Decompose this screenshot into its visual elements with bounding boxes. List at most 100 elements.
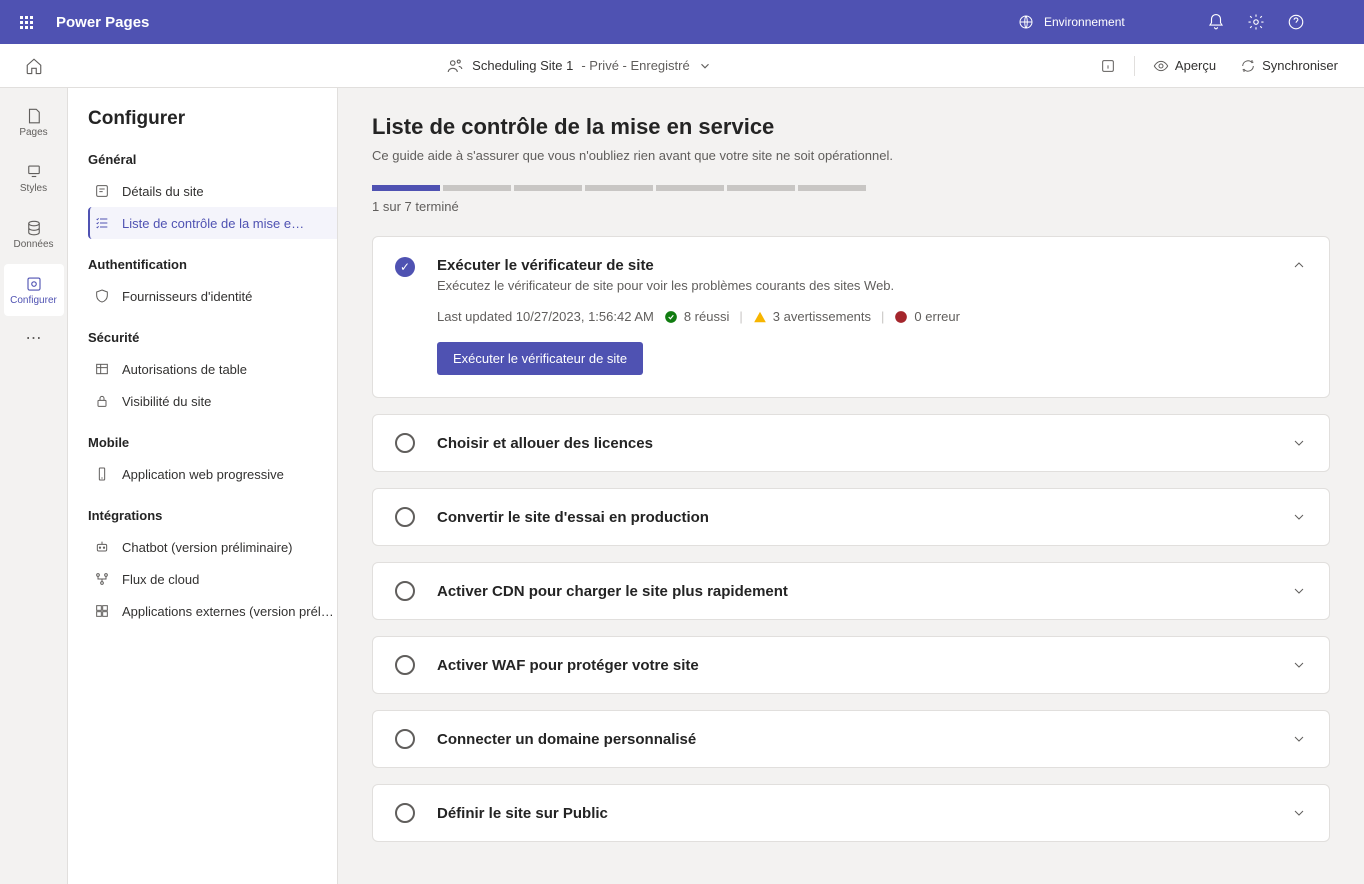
- chevron-down-icon: [1291, 583, 1307, 599]
- chevron-down-icon: [1291, 731, 1307, 747]
- status-complete-icon: ✓: [395, 257, 415, 277]
- group-general: Général: [88, 152, 337, 167]
- info-button[interactable]: [1090, 50, 1126, 82]
- sidebar-item-checklist[interactable]: Liste de contrôle de la mise e…: [88, 207, 337, 239]
- card-title: Convertir le site d'essai en production: [437, 509, 1269, 526]
- user-avatar[interactable]: [1316, 2, 1356, 42]
- sidebar-item-cloud-flows[interactable]: Flux de cloud: [88, 563, 337, 595]
- card-title: Choisir et allouer des licences: [437, 435, 1269, 452]
- checklist-item-cdn[interactable]: Activer CDN pour charger le site plus ra…: [372, 562, 1330, 620]
- bell-icon: [1207, 13, 1225, 31]
- checklist-item-waf[interactable]: Activer WAF pour protéger votre site: [372, 636, 1330, 694]
- card-meta: Last updated 10/27/2023, 1:56:42 AM 8 ré…: [437, 309, 1269, 324]
- configure-icon: [25, 275, 43, 293]
- sidebar-item-site-visibility[interactable]: Visibilité du site: [88, 385, 337, 417]
- chevron-down-icon: [1291, 435, 1307, 451]
- eye-icon: [1153, 58, 1169, 74]
- notifications-button[interactable]: [1196, 2, 1236, 42]
- sidebar-item-identity-providers[interactable]: Fournisseurs d'identité: [88, 280, 337, 312]
- checklist-item-custom-domain[interactable]: Connecter un domaine personnalisé: [372, 710, 1330, 768]
- rail-data[interactable]: Données: [4, 208, 64, 260]
- sidebar-item-external-apps[interactable]: Applications externes (version prél…: [88, 595, 337, 627]
- status-pending-icon: [395, 433, 415, 453]
- left-rail: Pages Styles Données Configurer ⋯: [0, 88, 68, 884]
- progress-bar: [372, 185, 1330, 191]
- help-icon: [1287, 13, 1305, 31]
- chevron-up-icon: [1291, 257, 1307, 273]
- settings-button[interactable]: [1236, 2, 1276, 42]
- checklist-item-set-public[interactable]: Définir le site sur Public: [372, 784, 1330, 842]
- group-mobile: Mobile: [88, 435, 337, 450]
- info-icon: [1100, 58, 1116, 74]
- group-integrations: Intégrations: [88, 508, 337, 523]
- error-icon: [894, 310, 908, 324]
- group-auth: Authentification: [88, 257, 337, 272]
- sync-icon: [1240, 58, 1256, 74]
- checklist-item-site-checker: ✓ Exécuter le vérificateur de site Exécu…: [372, 236, 1330, 398]
- rail-styles[interactable]: Styles: [4, 152, 64, 204]
- warning-icon: [753, 310, 767, 324]
- sidebar-item-chatbot[interactable]: Chatbot (version préliminaire): [88, 531, 337, 563]
- sidebar-title: Configurer: [88, 108, 337, 130]
- page-description: Ce guide aide à s'assurer que vous n'oub…: [372, 148, 1330, 163]
- group-security: Sécurité: [88, 330, 337, 345]
- status-pending-icon: [395, 803, 415, 823]
- preview-button[interactable]: Aperçu: [1143, 50, 1226, 82]
- run-site-checker-button[interactable]: Exécuter le vérificateur de site: [437, 342, 643, 375]
- flow-icon: [94, 571, 110, 587]
- shield-icon: [94, 288, 110, 304]
- checklist-icon: [94, 215, 110, 231]
- status-pending-icon: [395, 729, 415, 749]
- lock-icon: [94, 393, 110, 409]
- gear-icon: [1247, 13, 1265, 31]
- rail-more[interactable]: ⋯: [4, 318, 64, 358]
- sidebar-item-pwa[interactable]: Application web progressive: [88, 458, 337, 490]
- chevron-down-icon: [698, 59, 712, 73]
- card-title: Définir le site sur Public: [437, 805, 1269, 822]
- rail-configure[interactable]: Configurer: [4, 264, 64, 316]
- status-pending-icon: [395, 581, 415, 601]
- top-bar: Power Pages Environnement: [0, 0, 1364, 44]
- rail-pages[interactable]: Pages: [4, 96, 64, 148]
- waffle-icon: [20, 16, 33, 29]
- chevron-down-icon: [1291, 657, 1307, 673]
- details-icon: [94, 183, 110, 199]
- globe-icon: [1018, 14, 1034, 30]
- site-picker[interactable]: Scheduling Site 1 - Privé - Enregistré: [68, 57, 1090, 75]
- site-status: - Privé - Enregistré: [581, 58, 689, 73]
- sidebar-item-table-permissions[interactable]: Autorisations de table: [88, 353, 337, 385]
- app-title: Power Pages: [56, 14, 149, 31]
- environment-picker[interactable]: Environnement: [1018, 14, 1184, 30]
- success-icon: [664, 310, 678, 324]
- page-icon: [25, 107, 43, 125]
- sub-header: Scheduling Site 1 - Privé - Enregistré A…: [0, 44, 1364, 88]
- sync-button[interactable]: Synchroniser: [1230, 50, 1348, 82]
- site-name: Scheduling Site 1: [472, 58, 573, 73]
- help-button[interactable]: [1276, 2, 1316, 42]
- checklist-item-convert-production[interactable]: Convertir le site d'essai en production: [372, 488, 1330, 546]
- card-subtitle: Exécutez le vérificateur de site pour vo…: [437, 278, 1269, 293]
- bot-icon: [94, 539, 110, 555]
- home-button[interactable]: [0, 44, 68, 88]
- home-icon: [25, 57, 43, 75]
- card-title: Connecter un domaine personnalisé: [437, 731, 1269, 748]
- last-updated: Last updated 10/27/2023, 1:56:42 AM: [437, 309, 654, 324]
- page-title: Liste de contrôle de la mise en service: [372, 114, 1330, 140]
- checklist-item-licenses[interactable]: Choisir et allouer des licences: [372, 414, 1330, 472]
- card-title: Activer WAF pour protéger votre site: [437, 657, 1269, 674]
- table-icon: [94, 361, 110, 377]
- card-title: Exécuter le vérificateur de site: [437, 257, 1269, 274]
- people-icon: [446, 57, 464, 75]
- main-content: Liste de contrôle de la mise en service …: [338, 88, 1364, 884]
- app-launcher[interactable]: [8, 4, 44, 40]
- sidebar-item-site-details[interactable]: Détails du site: [88, 175, 337, 207]
- phone-icon: [94, 466, 110, 482]
- status-pending-icon: [395, 655, 415, 675]
- status-pending-icon: [395, 507, 415, 527]
- chevron-down-icon: [1291, 805, 1307, 821]
- grid-icon: [94, 603, 110, 619]
- chevron-down-icon: [1291, 509, 1307, 525]
- collapse-button[interactable]: [1291, 257, 1307, 273]
- sidebar: Configurer Général Détails du site Liste…: [68, 88, 338, 884]
- styles-icon: [25, 163, 43, 181]
